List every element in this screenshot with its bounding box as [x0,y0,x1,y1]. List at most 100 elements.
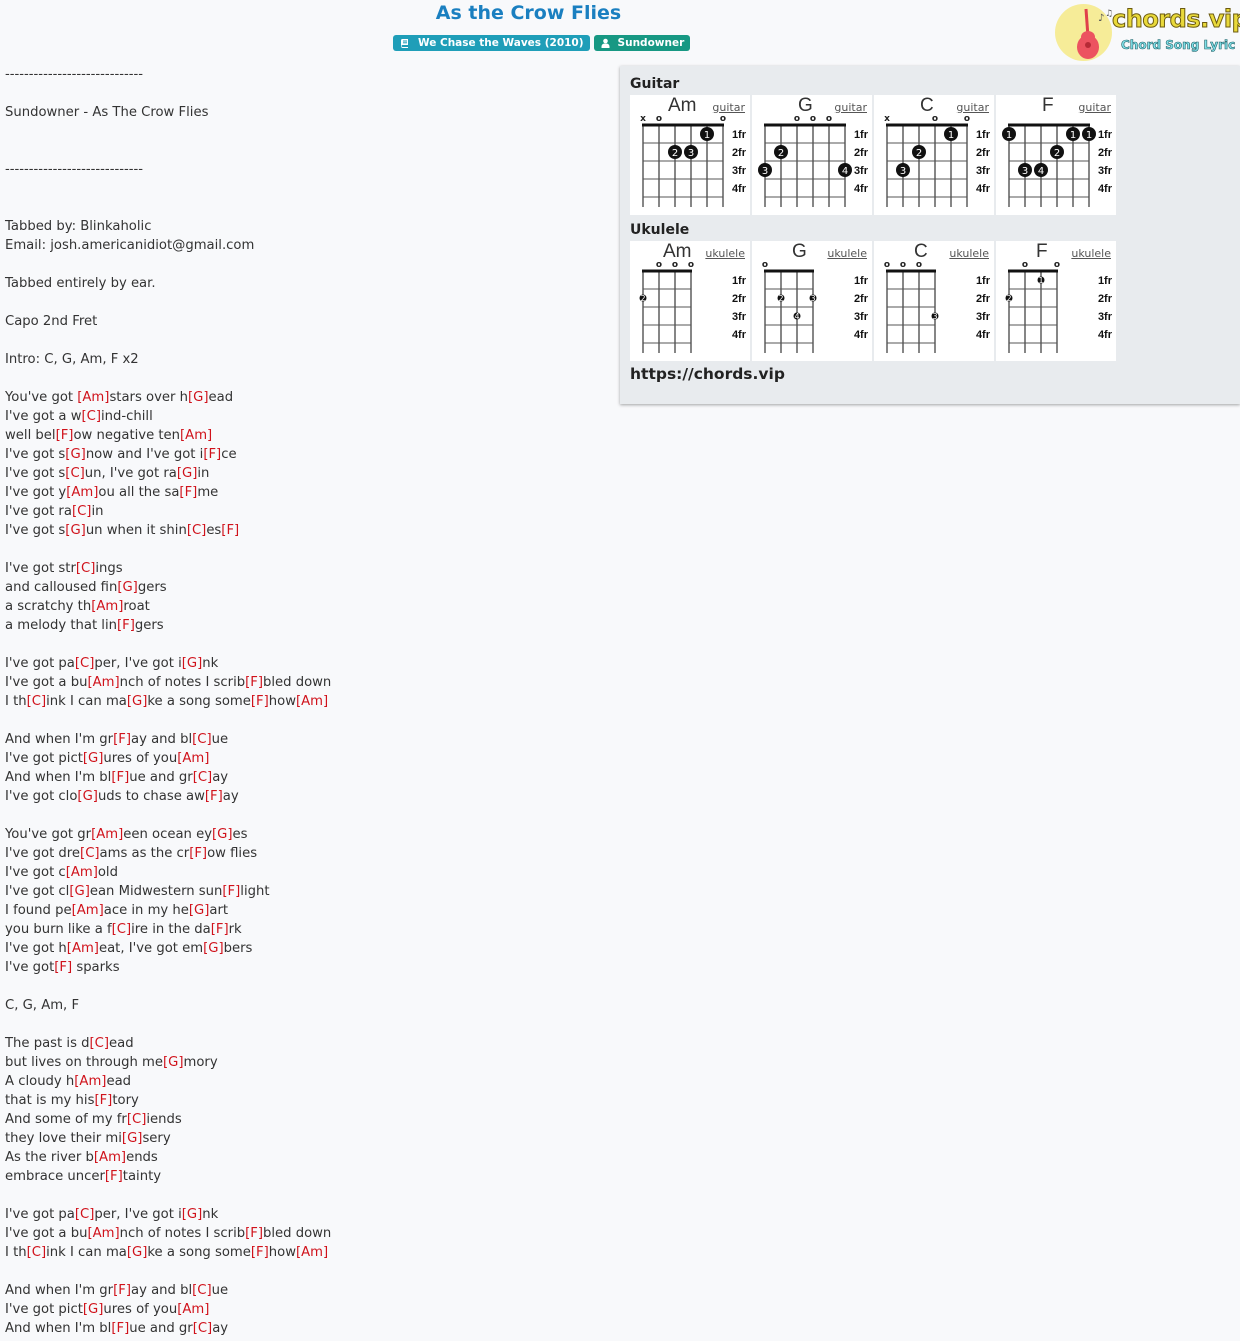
lyric-text: bled down [263,1226,332,1241]
chord-link[interactable]: [G] [83,751,104,766]
chord-link[interactable]: [Am] [77,390,109,405]
chord-link[interactable]: [C] [72,504,92,519]
chord-link[interactable]: [Am] [180,428,212,443]
lyric-line: ----------------------------- [5,160,605,179]
chord-link[interactable]: [Am] [67,941,99,956]
chord-link[interactable]: [C] [112,922,132,937]
chord-link[interactable]: [G] [83,1302,104,1317]
chord-link[interactable]: [F] [251,1245,269,1260]
chord-link[interactable]: [Am] [177,1302,209,1317]
chord-link[interactable]: [G] [189,903,210,918]
chord-link[interactable]: [C] [187,523,207,538]
chord-link[interactable]: [F] [221,523,239,538]
chord-link[interactable]: [C] [75,1207,95,1222]
chord-link[interactable]: [F] [105,1169,123,1184]
chord-link[interactable]: [Am] [94,1150,126,1165]
chord-link[interactable]: [Am] [91,599,123,614]
chord-link[interactable]: [F] [203,447,221,462]
ukulele-chord-diagram[interactable]: Am ukulele 1fr 2fr 3fr 4fr o o o 2 [630,241,750,361]
chord-link[interactable]: [Am] [74,1074,106,1089]
ukulele-chord-diagram[interactable]: Gukulele 1fr 2fr 3fr 4fr o 2 3 4 [752,241,872,361]
lyric-text: ures of you [103,1302,178,1317]
chord-link[interactable]: [Am] [66,485,98,500]
fretboard: 1fr2fr3fr4fro o o3 [884,260,991,353]
chord-link[interactable]: [G] [122,1131,143,1146]
chord-link[interactable]: [G] [127,1245,148,1260]
chord-link[interactable]: [C] [193,1321,213,1336]
site-logo[interactable]: ♪ ♫ chords.vip Chord Song Lyric [1054,3,1240,63]
chord-link[interactable]: [C] [90,1036,110,1051]
chord-link[interactable]: [Am] [66,865,98,880]
lyric-text: I've got a bu [5,675,88,690]
lyric-text: ace in my he [103,903,189,918]
muted-string-marker: x [640,114,646,124]
chord-link[interactable]: [F] [117,618,135,633]
chord-link[interactable]: [G] [188,390,209,405]
chord-link[interactable]: [F] [222,884,240,899]
chord-link[interactable]: [G] [203,941,224,956]
chord-link[interactable]: [F] [251,694,269,709]
chord-link[interactable]: [F] [111,770,129,785]
chord-link[interactable]: [Am] [296,694,328,709]
chord-link[interactable]: [G] [127,694,148,709]
guitar-chord-diagram[interactable]: Am guitar 1fr 2fr 3fr 4fr x o o 1 2 3 [630,95,750,215]
chord-link[interactable]: [F] [54,960,72,975]
chord-link[interactable]: [F] [113,732,131,747]
chord-link[interactable]: [F] [189,846,207,861]
site-url[interactable]: https://chords.vip [630,365,785,383]
chord-link[interactable]: [C] [80,846,100,861]
ukulele-chord-diagram[interactable]: Cukulele 1fr 2fr 3fr 4fr o o o 3 [874,241,994,361]
chord-link[interactable]: [G] [69,884,90,899]
lyric-text: how [268,1245,297,1260]
chord-link[interactable]: [Am] [87,1226,119,1241]
chord-link[interactable]: [Am] [177,751,209,766]
lyric-text: ow flies [207,846,258,861]
lyric-line [5,1015,605,1034]
album-badge[interactable]: We Chase the Waves (2010) [393,35,590,51]
chord-link[interactable]: [F] [245,675,263,690]
chord-link[interactable]: [Am] [91,827,123,842]
lyric-text: I've got a w [5,409,82,424]
chord-link[interactable]: [C] [27,694,47,709]
chord-link[interactable]: [G] [65,447,86,462]
chord-link[interactable]: [F] [113,1283,131,1298]
chord-link[interactable]: [G] [177,466,198,481]
chord-link[interactable]: [C] [65,466,85,481]
chord-link[interactable]: [Am] [296,1245,328,1260]
chord-link[interactable]: [Am] [72,903,104,918]
chord-link[interactable]: [G] [77,789,98,804]
chord-link[interactable]: [C] [82,409,102,424]
artist-badge[interactable]: Sundowner [593,35,691,51]
chord-link[interactable]: [F] [179,485,197,500]
chord-link[interactable]: [C] [193,770,213,785]
chord-link[interactable]: [G] [163,1055,184,1070]
chord-link[interactable]: [C] [76,561,96,576]
chord-link[interactable]: [C] [27,1245,47,1260]
lyric-text: but lives on through me [5,1055,163,1070]
chord-link[interactable]: [Am] [87,675,119,690]
chord-link[interactable]: [C] [192,1283,212,1298]
chord-link[interactable]: [F] [111,1321,129,1336]
finger-number: 1 [1070,130,1076,141]
ukulele-chord-diagram[interactable]: Fukulele 1fr 2fr 3fr 4fr o o 1 2 [996,241,1116,361]
chord-link[interactable]: [F] [211,922,229,937]
chord-link[interactable]: [F] [56,428,74,443]
chord-link[interactable]: [G] [212,827,233,842]
guitar-chord-diagram[interactable]: Cguitar 1fr 2fr 3fr 4fr x o o 1 2 3 [874,95,994,215]
lyric-text: I've got pict [5,1302,83,1317]
guitar-chord-diagram[interactable]: Gguitar 1fr 2fr 3fr 4fr o o o 2 3 4 [752,95,872,215]
lyric-line: As the river b[Am]ends [5,1148,605,1167]
chord-link[interactable]: [F] [245,1226,263,1241]
chord-link[interactable]: [F] [205,789,223,804]
chord-link[interactable]: [G] [117,580,138,595]
chord-link[interactable]: [F] [94,1093,112,1108]
chord-link[interactable]: [G] [182,656,203,671]
open-string-marker: o [900,260,906,270]
open-string-marker: o [672,260,678,270]
chord-link[interactable]: [G] [65,523,86,538]
chord-link[interactable]: [C] [192,732,212,747]
guitar-chord-diagram[interactable]: Fguitar 1fr 2fr 3fr 4fr 1 1 1 2 3 4 [996,95,1116,215]
chord-link[interactable]: [G] [182,1207,203,1222]
chord-link[interactable]: [C] [75,656,95,671]
chord-link[interactable]: [C] [127,1112,147,1127]
